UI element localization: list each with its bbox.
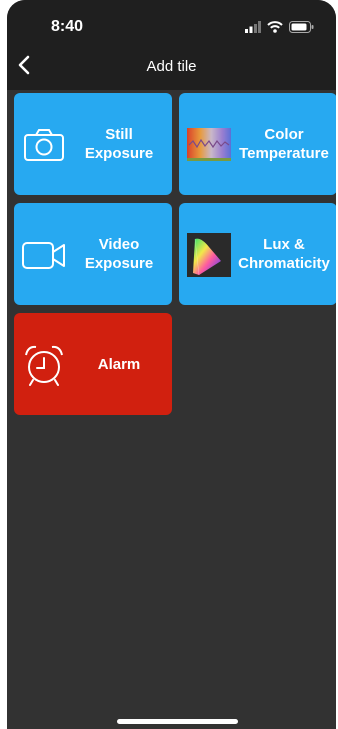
- color-temperature-icon: [187, 128, 231, 161]
- nav-bar: Add tile: [7, 42, 336, 90]
- tile-alarm[interactable]: Alarm: [14, 313, 172, 415]
- tile-color-temperature[interactable]: Color Temperature: [179, 93, 336, 195]
- video-camera-icon: [22, 242, 65, 269]
- tile-video-exposure[interactable]: Video Exposure: [14, 203, 172, 305]
- status-icons: [245, 20, 314, 34]
- status-bar: 8:40: [7, 0, 336, 42]
- app-screen: 8:40 Add tile Still Exposure Color Tempe…: [7, 0, 336, 729]
- page-title: Add tile: [146, 58, 197, 75]
- tile-label: Still Exposure: [84, 126, 154, 162]
- tile-label: Alarm: [97, 355, 141, 373]
- tile-still-exposure[interactable]: Still Exposure: [14, 93, 172, 195]
- tile-lux-chromaticity[interactable]: Lux & Chromaticity: [179, 203, 336, 305]
- battery-icon: [289, 21, 314, 33]
- tile-label: Color Temperature: [239, 126, 329, 162]
- alarm-clock-icon: [25, 345, 63, 386]
- tile-label: Lux & Chromaticity: [238, 236, 330, 272]
- cellular-signal-icon: [245, 21, 261, 33]
- camera-icon: [24, 129, 64, 161]
- tile-label: Video Exposure: [84, 236, 154, 272]
- status-time: 8:40: [51, 18, 84, 35]
- home-indicator[interactable]: [117, 719, 238, 724]
- wifi-icon: [267, 21, 283, 33]
- chromaticity-icon: [187, 233, 231, 277]
